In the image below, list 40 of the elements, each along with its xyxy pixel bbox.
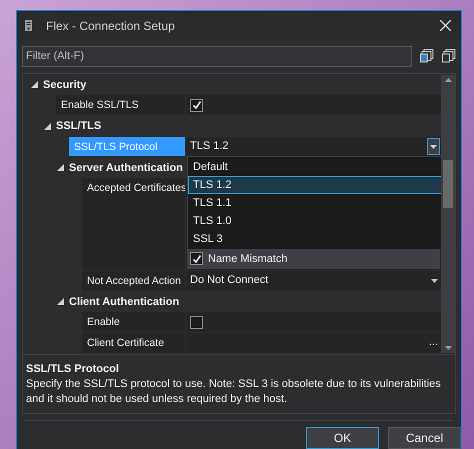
property-label[interactable]: Client Certificate (82, 332, 185, 354)
category-label[interactable]: SSL/TLS (56, 118, 102, 135)
property-label[interactable]: Not Accepted Action (82, 270, 185, 292)
dropdown-option[interactable]: TLS 1.0 (188, 212, 441, 230)
property-label[interactable]: Enable (82, 312, 185, 333)
dropdown-option[interactable]: Default (188, 158, 441, 176)
category-label[interactable]: Security (43, 76, 86, 94)
collapse-triangle-icon[interactable] (44, 122, 51, 130)
scrollbar[interactable] (441, 74, 455, 353)
dropdown-value[interactable]: TLS 1.2 (190, 138, 229, 155)
expand-all-icon[interactable] (420, 49, 434, 64)
dialog-button[interactable]: Cancel (388, 427, 461, 449)
collapse-triangle-icon[interactable] (31, 81, 38, 88)
window-title: Flex - Connection Setup (46, 18, 175, 35)
collapse-triangle-icon[interactable] (57, 164, 64, 172)
dropdown-caret-icon[interactable] (427, 138, 440, 156)
description-title: SSL/TLS Protocol (26, 362, 120, 377)
checklist-item[interactable]: Name Mismatch (187, 248, 440, 269)
dropdown-option[interactable]: TLS 1.2 (188, 176, 441, 194)
category-label[interactable]: Client Authentication (69, 294, 180, 310)
dropdown-option[interactable]: SSL 3 (188, 230, 441, 248)
close-icon[interactable] (440, 20, 451, 32)
app-icon (25, 20, 32, 32)
filter-field[interactable]: Filter (Alt-F) (22, 46, 412, 67)
browse-button[interactable]: ... (428, 337, 438, 348)
dropdown-caret-icon[interactable] (431, 278, 438, 283)
collapse-triangle-icon[interactable] (57, 298, 64, 306)
description-text: Specify the SSL/TLS protocol to use. Note: SSL 3 is obsolete due to its vulnerabilities and it should not be used unless required by the host. (26, 377, 442, 408)
scroll-down-arrow-icon[interactable] (444, 346, 452, 350)
checkbox[interactable] (190, 98, 203, 112)
category-label[interactable]: Server Authentication (69, 160, 183, 176)
checkbox[interactable] (190, 252, 203, 266)
checkbox[interactable] (190, 316, 203, 329)
property-label[interactable]: Enable SSL/TLS (56, 95, 185, 116)
dropdown-option[interactable]: TLS 1.1 (188, 194, 441, 212)
scrollbar-thumb[interactable] (443, 160, 453, 208)
property-label[interactable]: Accepted Certificates (82, 178, 185, 271)
dialog-button[interactable]: OK (306, 427, 379, 449)
scroll-up-arrow-icon[interactable] (444, 78, 452, 82)
collapse-all-icon[interactable] (442, 49, 456, 64)
